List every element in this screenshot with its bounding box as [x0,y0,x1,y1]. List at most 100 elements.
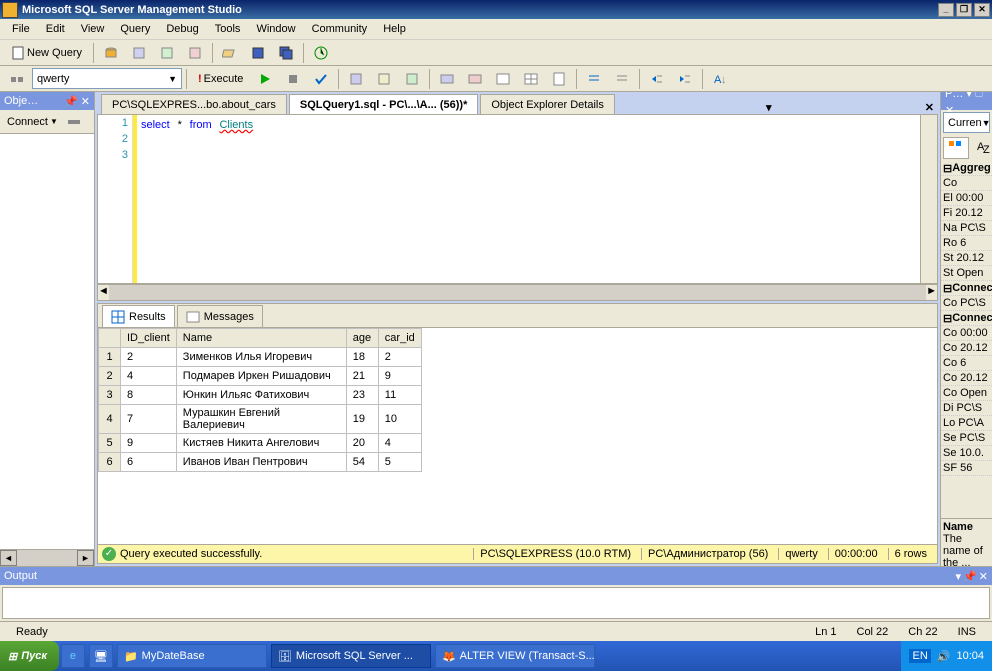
properties-object-combo[interactable]: Curren ▼ [943,112,990,133]
cell[interactable]: 54 [346,453,378,472]
results-to-grid-button[interactable] [518,68,544,90]
include-stats-button[interactable] [462,68,488,90]
row-number[interactable]: 1 [99,348,121,367]
cell[interactable]: 19 [346,405,378,434]
query-options-button[interactable] [371,68,397,90]
tray-icon[interactable]: 🔊 [937,650,951,663]
prop-row[interactable]: Co 6 [941,356,992,371]
pin-icon[interactable]: 📌 ✕ [64,95,90,108]
prop-row[interactable]: Co Open [941,386,992,401]
cell[interactable]: Подмарев Иркен Ришадович [176,367,346,386]
prop-row[interactable]: Di PC\S [941,401,992,416]
cell[interactable]: 8 [121,386,177,405]
change-connection-button[interactable] [4,68,30,90]
pin-icon[interactable]: 📌 [963,570,977,583]
tab-object-explorer-details[interactable]: Object Explorer Details [480,94,615,114]
table-row[interactable]: 66Иванов Иван Пентрович545 [99,453,422,472]
editor-vscroll[interactable] [920,115,937,283]
clock[interactable]: 10:04 [956,650,984,662]
cell[interactable]: 2 [378,348,421,367]
cell[interactable]: 9 [121,434,177,453]
scroll-right-icon[interactable]: ► [77,550,94,566]
prop-row[interactable]: Fi 20.12 [941,206,992,221]
menu-edit[interactable]: Edit [38,21,73,37]
results-grid[interactable]: ID_client Name age car_id 12Зименков Иль… [98,328,937,544]
cell[interactable]: 18 [346,348,378,367]
cell[interactable]: 7 [121,405,177,434]
table-row[interactable]: 59Кистяев Никита Ангелович204 [99,434,422,453]
menu-file[interactable]: File [4,21,38,37]
sql-editor[interactable]: 1 2 3 select * from Clients [97,114,938,284]
activity-monitor-button[interactable] [308,42,334,64]
open-button[interactable] [217,42,243,64]
table-row[interactable]: 47Мурашкин Евгений Валериевич1910 [99,405,422,434]
save-button[interactable] [245,42,271,64]
menu-view[interactable]: View [73,21,113,37]
db-engine-query-button[interactable] [98,42,124,64]
specify-values-button[interactable]: A↓ [707,68,733,90]
results-to-text-button[interactable] [490,68,516,90]
menu-tools[interactable]: Tools [207,21,249,37]
prop-row[interactable]: Co PC\S [941,296,992,311]
cell[interactable]: 9 [378,367,421,386]
prop-row[interactable]: Se 10.0. [941,446,992,461]
uncomment-button[interactable] [609,68,635,90]
debug-button[interactable] [252,68,278,90]
cell[interactable]: 10 [378,405,421,434]
col-car-id[interactable]: car_id [378,329,421,348]
tab-sqlquery1[interactable]: SQLQuery1.sql - PC\...\А... (56))* [289,94,478,114]
close-tab-button[interactable]: ✕ [921,101,938,114]
categorized-button[interactable] [943,137,969,159]
prop-row[interactable]: Co 20.12 [941,371,992,386]
alphabetical-button[interactable]: AZ [971,137,992,159]
prop-row[interactable]: St 20.12 [941,251,992,266]
comment-button[interactable] [581,68,607,90]
properties-grid[interactable]: ⊟ Aggreg Co El 00:00 Fi 20.12 Na PC\S Ro… [941,161,992,518]
cell[interactable]: Зименков Илья Игоревич [176,348,346,367]
close-icon[interactable]: ✕ [979,570,988,583]
prop-row[interactable]: Na PC\S [941,221,992,236]
prop-row[interactable]: El 00:00 [941,191,992,206]
table-row[interactable]: 12Зименков Илья Игоревич182 [99,348,422,367]
prop-row[interactable]: Lo PC\А [941,416,992,431]
table-row[interactable]: 38Юнкин Ильяс Фатихович2311 [99,386,422,405]
row-header-corner[interactable] [99,329,121,348]
prop-row[interactable]: St Open [941,266,992,281]
menu-debug[interactable]: Debug [158,21,206,37]
row-number[interactable]: 5 [99,434,121,453]
cell[interactable]: 21 [346,367,378,386]
start-button[interactable]: ⊞ Пуск [0,641,59,671]
prop-group-connection-details[interactable]: ⊟ Connec [941,311,992,326]
object-explorer-tree[interactable] [0,134,94,549]
intellisense-button[interactable] [399,68,425,90]
editor-hscroll[interactable]: ◄ ► [97,284,938,301]
quick-launch-desktop[interactable]: 🖥 [89,644,113,668]
prop-row[interactable]: Co [941,176,992,191]
disconnect-button[interactable] [61,111,87,133]
outdent-button[interactable] [672,68,698,90]
xmla-query-button[interactable] [182,42,208,64]
prop-group-aggregate[interactable]: ⊟ Aggreg [941,161,992,176]
menu-query[interactable]: Query [112,21,158,37]
cell[interactable]: 6 [121,453,177,472]
cell[interactable]: Кистяев Никита Ангелович [176,434,346,453]
parse-button[interactable] [308,68,334,90]
scroll-left-icon[interactable]: ◄ [0,550,17,566]
prop-row[interactable]: Co 20.12 [941,341,992,356]
scroll-right-icon[interactable]: ► [926,285,937,300]
prop-row[interactable]: SF 56 [941,461,992,476]
include-plan-button[interactable] [434,68,460,90]
results-tab[interactable]: Results [102,305,175,327]
results-to-file-button[interactable] [546,68,572,90]
table-row[interactable]: 24Подмарев Иркен Ришадович219 [99,367,422,386]
lang-indicator[interactable]: EN [909,649,930,663]
scroll-left-icon[interactable]: ◄ [98,285,109,300]
menu-community[interactable]: Community [304,21,376,37]
output-body[interactable] [2,587,990,619]
row-number[interactable]: 4 [99,405,121,434]
tab-about-cars[interactable]: PC\SQLEXPRES...bo.about_cars [101,94,287,114]
cell[interactable]: 2 [121,348,177,367]
prop-row[interactable]: Se PC\S [941,431,992,446]
cell[interactable]: 4 [121,367,177,386]
cell[interactable]: 4 [378,434,421,453]
